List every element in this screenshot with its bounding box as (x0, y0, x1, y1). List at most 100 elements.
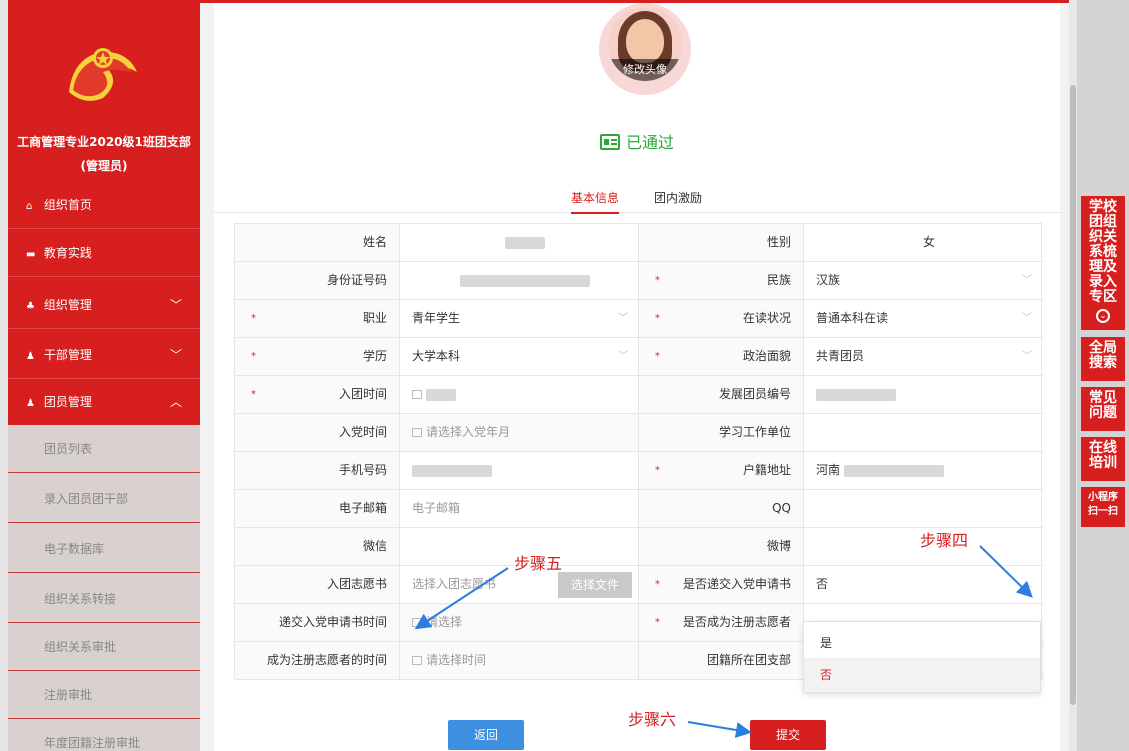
required-mark: * (655, 313, 660, 324)
submenu-transfer-approval[interactable]: 组织关系审批 (8, 623, 200, 671)
idcard-value[interactable] (400, 262, 638, 299)
nav-home[interactable]: ⌂ 组织首页 (8, 181, 200, 229)
status-text: 已通过 (625, 133, 674, 152)
application-letter-label: 入团志愿书 (235, 566, 399, 603)
calendar-icon (412, 656, 422, 665)
work-unit-input[interactable] (804, 414, 1042, 451)
email-input[interactable]: 电子邮箱 (400, 490, 638, 527)
chevron-down-icon: ﹀ (169, 348, 182, 362)
nav-org-manage[interactable]: ♣ 组织管理 ﹀ (8, 281, 200, 329)
wechat-label: 微信 (235, 528, 399, 565)
submenu-annual-approval[interactable]: 年度团籍注册审批 (8, 719, 200, 751)
phone-label: 手机号码 (235, 452, 399, 489)
tab-basic-info[interactable]: 基本信息 (571, 189, 620, 214)
join-time-input[interactable] (400, 376, 638, 413)
id-card-icon (599, 134, 620, 150)
chevron-down-icon: ﹀ (169, 298, 182, 312)
chevron-down-icon: ﹀ (1022, 313, 1032, 324)
choose-file-button[interactable]: 选择文件 (558, 572, 632, 598)
gender-value[interactable]: 女 (804, 224, 1042, 261)
education-select[interactable]: 大学本科 ﹀ (400, 338, 638, 375)
submenu-register-approval[interactable]: 注册审批 (8, 671, 200, 719)
submit-button[interactable]: 提交 (750, 720, 826, 750)
chevron-down-icon: ﹀ (1022, 275, 1032, 286)
name-value[interactable] (400, 224, 638, 261)
chevron-up-icon: ︿ (169, 395, 182, 409)
league-emblem-icon (69, 48, 137, 101)
required-mark: * (655, 617, 660, 628)
idcard-label: 身份证号码 (235, 262, 399, 299)
required-mark: * (655, 351, 660, 362)
org-icon: ♣ (26, 301, 35, 312)
nav-member-manage[interactable]: ♟ 团员管理 ︿ (8, 378, 200, 426)
people-icon: ♟ (26, 351, 35, 362)
volunteer-time-input[interactable]: 请选择时间 (400, 642, 638, 679)
dropdown-option-yes[interactable]: 是 (804, 626, 1040, 660)
branch-label: 团籍所在团支部 (639, 642, 803, 679)
form-row: * 职业 青年学生 ﹀ * 在读状况 普通本科在读 ﹀ (235, 300, 1043, 338)
submenu-e-database[interactable]: 电子数据库 (8, 525, 200, 573)
tab-bar: 基本信息 团内激励 (214, 185, 1060, 214)
hukou-label: * 户籍地址 (639, 452, 803, 489)
job-label: * 职业 (235, 300, 399, 337)
back-button[interactable]: 返回 (448, 720, 524, 750)
politics-select[interactable]: 共青团员 ﹀ (804, 338, 1042, 375)
nav-education[interactable]: ▬ 教育实践 (8, 229, 200, 277)
chevron-down-icon: ﹀ (618, 313, 628, 324)
miniprogram-scan-button[interactable]: 小程序扫一扫 (1081, 487, 1125, 527)
dev-number-input[interactable] (804, 376, 1042, 413)
scrollbar-thumb[interactable] (1070, 85, 1076, 705)
online-training-button[interactable]: 在线培训 (1081, 437, 1125, 481)
email-label: 电子邮箱 (235, 490, 399, 527)
dropdown-option-no[interactable]: 否 (804, 658, 1040, 692)
qq-input[interactable] (804, 490, 1042, 527)
party-time-label: 入党时间 (235, 414, 399, 451)
study-status-label: * 在读状况 (639, 300, 803, 337)
faq-button[interactable]: 常见问题 (1081, 387, 1125, 431)
volunteer-label: * 是否成为注册志愿者 (639, 604, 803, 641)
approval-status: 已通过 (214, 129, 1060, 153)
hukou-input[interactable]: 河南 (804, 452, 1042, 489)
required-mark: * (655, 275, 660, 286)
member-submenu: 团员列表 录入团员团干部 电子数据库 组织关系转接 组织关系审批 注册审批 年度… (8, 425, 200, 751)
submenu-member-list[interactable]: 团员列表 (8, 425, 200, 473)
avatar[interactable]: 修改头像 (608, 7, 682, 81)
ethnicity-label: * 民族 (639, 262, 803, 299)
tab-incentives[interactable]: 团内激励 (654, 189, 702, 212)
form-row: * 学历 大学本科 ﹀ * 政治面貌 共青团员 ﹀ (235, 338, 1043, 376)
form-row: 入团志愿书 选择入团志愿书 选择文件 * 是否递交入党申请书 否 ︿ (235, 566, 1043, 604)
volunteer-time-label: 成为注册志愿者的时间 (235, 642, 399, 679)
party-application-label: * 是否递交入党申请书 (639, 566, 803, 603)
study-status-select[interactable]: 普通本科在读 ﹀ (804, 300, 1042, 337)
form-row: 电子邮箱 电子邮箱 QQ (235, 490, 1043, 528)
right-toolbar: 学校团组织关系梳理及录入专区 ⌄ 全局搜索 常见问题 在线培训 小程序扫一扫 (1077, 0, 1129, 751)
relation-zone-button[interactable]: 学校团组织关系梳理及录入专区 ⌄ (1081, 196, 1125, 330)
change-avatar-label[interactable]: 修改头像 (608, 59, 682, 81)
submenu-add-member[interactable]: 录入团员团干部 (8, 475, 200, 523)
nav-org-manage-label: 组织管理 (43, 298, 92, 312)
avatar-face (626, 19, 664, 63)
dev-number-label: 发展团员编号 (639, 376, 803, 413)
nav-cadre-manage[interactable]: ♟ 干部管理 ﹀ (8, 331, 200, 379)
chevron-down-circle-icon: ⌄ (1096, 309, 1110, 323)
form-row: 身份证号码 * 民族 汉族 ﹀ (235, 262, 1043, 300)
global-search-button[interactable]: 全局搜索 (1081, 337, 1125, 381)
nav-cadre-manage-label: 干部管理 (43, 348, 92, 362)
submenu-transfer[interactable]: 组织关系转接 (8, 575, 200, 623)
submit-time-input[interactable]: 请选择 (400, 604, 638, 641)
job-select[interactable]: 青年学生 ﹀ (400, 300, 638, 337)
ethnicity-select[interactable]: 汉族 ﹀ (804, 262, 1042, 299)
name-label: 姓名 (235, 224, 399, 261)
annotation-step5: 步骤五 (514, 554, 563, 573)
gender-label: 性别 (639, 224, 803, 261)
party-application-select[interactable]: 否 ︿ (804, 566, 1042, 603)
party-time-input[interactable]: 请选择入党年月 (400, 414, 638, 451)
calendar-icon (412, 618, 422, 627)
nav-home-label: 组织首页 (43, 198, 92, 212)
chevron-down-icon: ﹀ (1022, 351, 1032, 362)
form-row: 姓名 性别 女 (235, 224, 1043, 262)
vertical-scrollbar[interactable] (1069, 0, 1077, 751)
required-mark: * (251, 351, 256, 362)
work-unit-label: 学习工作单位 (639, 414, 803, 451)
phone-input[interactable] (400, 452, 638, 489)
